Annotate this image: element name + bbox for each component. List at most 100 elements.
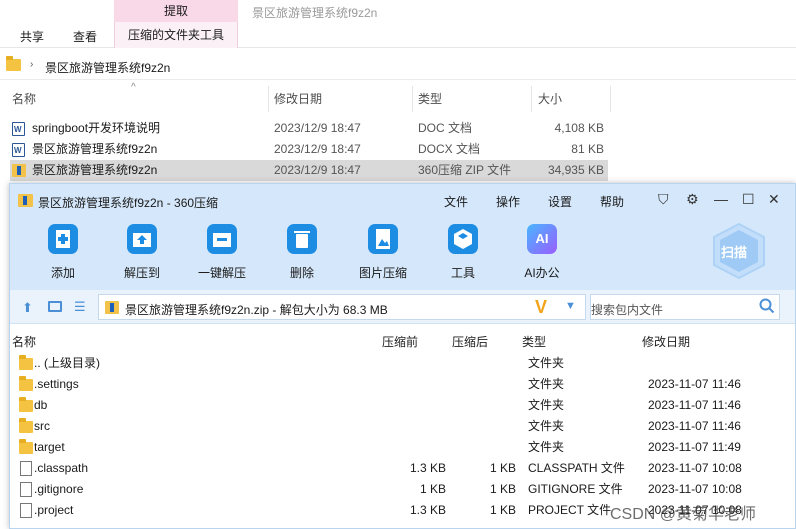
column-header-date[interactable]: 修改日期 xyxy=(270,91,322,113)
tools-button[interactable]: 工具 xyxy=(428,224,498,281)
search-placeholder: 搜索包内文件 xyxy=(591,303,664,317)
zip-window-header: 景区旅游管理系统f9z2n - 360压缩 文件 操作 设置 帮助 ⛉ ⚙ — … xyxy=(10,184,795,290)
tab-share[interactable]: 共享 xyxy=(20,28,44,45)
folder-icon xyxy=(19,439,33,454)
thumbnail-view-icon[interactable] xyxy=(48,301,62,312)
tools-label: 工具 xyxy=(450,266,475,280)
zip-app-icon xyxy=(18,194,33,207)
gear-icon[interactable]: ⚙ xyxy=(686,191,699,208)
chevron-down-icon[interactable]: ▼ xyxy=(565,300,576,312)
column-header-name[interactable]: 名称 xyxy=(8,91,36,113)
item-type: GITIGNORE 文件 xyxy=(528,482,623,496)
column-divider[interactable] xyxy=(531,86,532,112)
image-compress-button[interactable]: 图片压缩 xyxy=(348,224,418,281)
zip-path-field[interactable]: 景区旅游管理系统f9z2n.zip - 解包大小为 68.3 MB V ▼ xyxy=(98,294,586,320)
tab-extract-header[interactable]: 提取 xyxy=(114,0,238,22)
item-name: .gitignore xyxy=(34,482,84,496)
column-divider[interactable] xyxy=(610,86,611,112)
item-type: 文件夹 xyxy=(528,419,565,433)
list-item[interactable]: .classpath 1.3 KB 1 KB CLASSPATH 文件 2023… xyxy=(14,458,784,479)
chevron-right-icon[interactable]: › xyxy=(30,59,33,70)
folder-icon xyxy=(6,56,21,71)
column-header-type[interactable]: 类型 xyxy=(414,91,442,113)
menu-settings[interactable]: 设置 xyxy=(548,193,572,210)
item-compressed-size: 1.3 KB xyxy=(409,461,446,475)
list-item[interactable]: .gitignore 1 KB 1 KB GITIGNORE 文件 2023-1… xyxy=(14,479,784,500)
item-compressed-size: 1 KB xyxy=(419,482,446,496)
item-name: .project xyxy=(34,503,74,517)
add-button[interactable]: 添加 xyxy=(28,224,98,281)
column-header-after[interactable]: 压缩后 xyxy=(452,333,488,350)
folder-icon xyxy=(19,418,33,433)
minimize-icon[interactable]: — xyxy=(714,191,728,207)
column-divider[interactable] xyxy=(412,86,413,112)
image-compress-icon xyxy=(368,224,398,254)
file-row[interactable]: 景区旅游管理系统f9z2n 2023/12/9 18:47 DOCX 文档 81… xyxy=(10,139,608,161)
close-icon[interactable]: ✕ xyxy=(768,191,780,208)
tab-view[interactable]: 查看 xyxy=(73,28,97,45)
column-divider[interactable] xyxy=(268,86,269,112)
menu-action[interactable]: 操作 xyxy=(496,193,520,210)
item-packed-size: 1 KB xyxy=(489,482,516,496)
breadcrumb[interactable]: 景区旅游管理系统f9z2n xyxy=(45,59,170,76)
item-type: 文件夹 xyxy=(528,377,565,391)
search-input[interactable]: 搜索包内文件 xyxy=(590,294,780,320)
column-header-size[interactable]: 大小 xyxy=(534,91,562,113)
tab-compressed-folder-tools[interactable]: 压缩的文件夹工具 xyxy=(114,22,238,48)
item-name: db xyxy=(34,398,48,412)
file-type: DOCX 文档 xyxy=(418,142,481,156)
extract-to-button[interactable]: 解压到 xyxy=(107,224,177,281)
column-header-type[interactable]: 类型 xyxy=(522,333,546,350)
column-header-name[interactable]: 名称 xyxy=(12,333,36,350)
extract-icon xyxy=(127,224,157,254)
skin-icon[interactable]: ⛉ xyxy=(658,191,669,208)
menu-file[interactable]: 文件 xyxy=(444,193,468,210)
item-packed-size: 1 KB xyxy=(489,503,516,517)
extract-to-label: 解压到 xyxy=(123,266,160,280)
list-item[interactable]: target 文件夹 2023-11-07 11:49 xyxy=(14,437,784,458)
item-modified: 2023-11-07 10:08 xyxy=(648,461,742,475)
folder-icon xyxy=(19,355,33,370)
trash-icon xyxy=(287,224,317,254)
item-modified: 2023-11-07 11:46 xyxy=(648,377,741,391)
file-row-selected[interactable]: 景区旅游管理系统f9z2n 2023/12/9 18:47 360压缩 ZIP … xyxy=(10,160,608,181)
list-view-icon[interactable]: ☰ xyxy=(74,299,86,315)
file-name: springboot开发环境说明 xyxy=(32,121,161,135)
column-header-compressed[interactable]: 压缩前 xyxy=(382,333,418,350)
file-row[interactable]: springboot开发环境说明 2023/12/9 18:47 DOC 文档 … xyxy=(10,118,608,140)
zip-icon xyxy=(12,164,26,177)
file-date: 2023/12/9 18:47 xyxy=(274,142,361,156)
delete-label: 删除 xyxy=(289,266,314,280)
word-doc-icon xyxy=(12,140,25,161)
explorer-window-title: 景区旅游管理系统f9z2n xyxy=(252,6,378,20)
item-name: src xyxy=(34,419,50,433)
folder-icon xyxy=(19,397,33,412)
scan-label[interactable]: 扫描 xyxy=(721,242,747,261)
list-item[interactable]: src 文件夹 2023-11-07 11:46 xyxy=(14,416,784,437)
arrow-up-icon[interactable]: ⬆ xyxy=(22,300,33,316)
ai-office-button[interactable]: AI AI办公 xyxy=(507,224,577,281)
menu-help[interactable]: 帮助 xyxy=(600,193,624,210)
item-name: target xyxy=(34,440,65,454)
file-type: 360压缩 ZIP 文件 xyxy=(418,163,512,177)
search-icon[interactable] xyxy=(759,298,775,314)
item-name: .settings xyxy=(34,377,79,391)
item-modified: 2023-11-07 11:46 xyxy=(648,398,741,412)
list-item[interactable]: .settings 文件夹 2023-11-07 11:46 xyxy=(14,374,784,395)
add-icon xyxy=(48,224,78,254)
file-name: 景区旅游管理系统f9z2n xyxy=(32,142,158,156)
vip-icon[interactable]: V xyxy=(535,297,547,318)
list-item[interactable]: .. (上级目录) 文件夹 xyxy=(14,353,784,374)
explorer-ribbon: 共享 查看 提取 压缩的文件夹工具 景区旅游管理系统f9z2n xyxy=(0,0,796,48)
zip-window: 景区旅游管理系统f9z2n - 360压缩 文件 操作 设置 帮助 ⛉ ⚙ — … xyxy=(9,183,796,529)
file-icon xyxy=(20,503,32,518)
one-click-extract-icon xyxy=(207,224,237,254)
address-bar[interactable]: › 景区旅游管理系统f9z2n xyxy=(0,54,796,80)
list-item[interactable]: db 文件夹 2023-11-07 11:46 xyxy=(14,395,784,416)
one-click-extract-button[interactable]: 一键解压 xyxy=(187,224,257,281)
item-name: .classpath xyxy=(34,461,89,475)
delete-button[interactable]: 删除 xyxy=(267,224,337,281)
ai-icon: AI xyxy=(527,224,557,254)
column-header-modified[interactable]: 修改日期 xyxy=(642,333,690,350)
maximize-icon[interactable]: ☐ xyxy=(742,191,755,208)
